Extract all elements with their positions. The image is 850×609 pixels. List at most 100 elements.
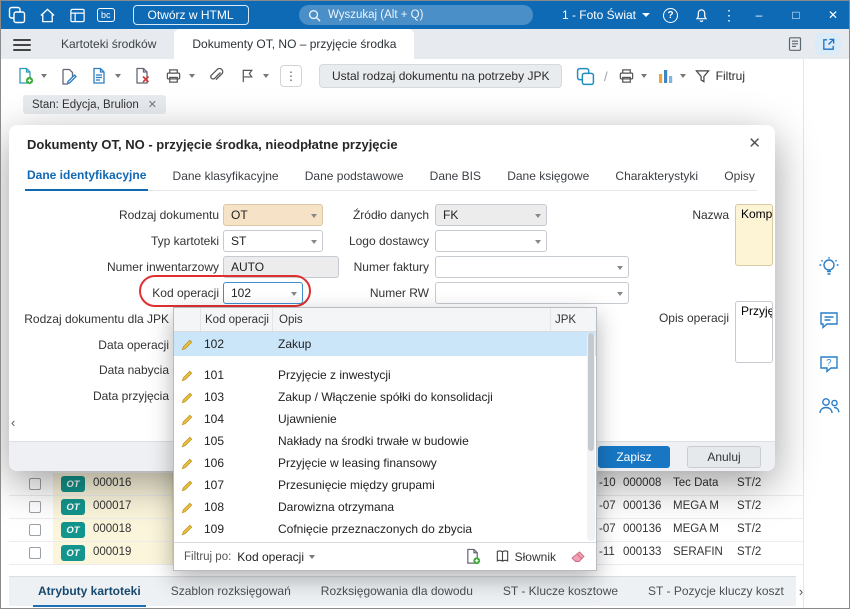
chip-close-icon[interactable]: ✕ xyxy=(148,98,157,111)
dropdown-footer-icons: Słownik xyxy=(465,548,586,565)
maximize-button[interactable]: □ xyxy=(784,8,808,22)
numer-faktury-field[interactable] xyxy=(435,256,629,278)
dropdown-row[interactable]: 109 Cofnięcie przeznaczonych do zbycia xyxy=(174,518,596,540)
collapse-left-icon[interactable]: ‹ xyxy=(11,415,15,430)
titlebar-left: bc Otwórz w HTML xyxy=(7,5,249,25)
row-checkbox[interactable] xyxy=(29,547,41,559)
dialog-tab-dane-podstawowe[interactable]: Dane podstawowe xyxy=(303,161,406,190)
app-logo-icon[interactable] xyxy=(7,5,27,25)
add-record-icon[interactable] xyxy=(465,548,481,565)
funnel-icon xyxy=(694,69,710,83)
dialog-tab-dane-klasyfikacyjne[interactable]: Dane klasyfikacyjne xyxy=(171,161,281,190)
row-date: -10 xyxy=(599,477,616,489)
zrodlo-danych-combo[interactable]: FK xyxy=(435,204,547,226)
dropdown-row[interactable]: 101 Przyjęcie z inwestycji xyxy=(174,364,596,386)
flag-caret-icon[interactable] xyxy=(263,74,269,78)
field-label: Numer faktury xyxy=(353,260,429,274)
dropdown-row[interactable]: 106 Przyjęcie w leasing finansowy xyxy=(174,452,596,474)
dropdown-row[interactable]: 108 Darowizna otrzymana xyxy=(174,496,596,518)
chevron-down-icon xyxy=(642,13,650,17)
row-checkbox[interactable] xyxy=(29,501,41,513)
flag-icon[interactable] xyxy=(237,66,257,86)
menu-icon[interactable] xyxy=(13,39,31,51)
close-window-button[interactable]: ✕ xyxy=(821,8,845,22)
print-caret-icon[interactable] xyxy=(189,74,195,78)
dropdown-row[interactable]: 104 Ujawnienie xyxy=(174,408,596,430)
new-document-caret-icon[interactable] xyxy=(41,74,47,78)
numer-rw-field[interactable] xyxy=(435,282,629,304)
bottom-tab-klucze[interactable]: ST - Klucze kosztowe xyxy=(488,577,633,607)
preview-document-caret-icon[interactable] xyxy=(115,74,121,78)
nazwa-memo[interactable]: Komp xyxy=(735,204,773,266)
filter-by-select[interactable]: Kod operacji xyxy=(237,550,316,564)
filter-button[interactable]: Filtruj xyxy=(694,69,745,84)
help-icon[interactable]: ? xyxy=(663,7,678,23)
open-external-icon[interactable] xyxy=(815,33,841,55)
print-icon[interactable] xyxy=(163,66,183,86)
home-icon[interactable] xyxy=(37,5,57,25)
combo-value: FK xyxy=(443,208,459,222)
row-code: 000136 xyxy=(623,523,662,535)
attachment-icon[interactable] xyxy=(206,66,226,86)
dropdown-row[interactable]: 103 Zakup / Włączenie spółki do konsolid… xyxy=(174,386,596,408)
delete-document-icon[interactable] xyxy=(132,66,152,86)
kod-column-header[interactable]: Kod operacji xyxy=(200,308,272,331)
preview-document-icon[interactable] xyxy=(89,66,109,86)
dialog-tab-dane-ksiegowe[interactable]: Dane księgowe xyxy=(505,161,591,190)
pencil-icon xyxy=(174,523,200,536)
bottom-tab-atrybuty[interactable]: Atrybuty kartoteki xyxy=(23,577,156,607)
dialog-tab-opisy[interactable]: Opisy xyxy=(722,161,757,190)
more-options-icon[interactable]: ⋮ xyxy=(722,5,736,25)
bc-module-icon[interactable]: bc xyxy=(97,8,115,22)
dialog-tab-dane-bis[interactable]: Dane BIS xyxy=(428,161,483,190)
reports-icon[interactable] xyxy=(67,5,87,25)
tab-kartoteki-srodkow[interactable]: Kartoteki środków xyxy=(43,29,174,59)
open-html-button[interactable]: Otwórz w HTML xyxy=(132,5,249,25)
eraser-icon[interactable] xyxy=(570,550,586,564)
dialog-tab-dane-identyfikacyjne[interactable]: Dane identyfikacyjne xyxy=(25,161,149,191)
feedback-chat-icon[interactable] xyxy=(816,307,842,333)
row-checkbox[interactable] xyxy=(29,478,41,490)
row-checkbox[interactable] xyxy=(29,524,41,536)
bottom-tab-pozycje[interactable]: ST - Pozycje kluczy koszt xyxy=(633,577,799,607)
logo-dostawcy-combo[interactable] xyxy=(435,230,547,252)
edit-document-icon[interactable] xyxy=(58,66,78,86)
user-menu[interactable]: 1 - Foto Świat xyxy=(562,8,650,22)
dropdown-scrollbar[interactable] xyxy=(587,333,595,541)
scrollbar-thumb[interactable] xyxy=(588,333,594,451)
opis-operacji-memo[interactable]: Przyję xyxy=(735,301,773,363)
jpk-column-header[interactable]: JPK xyxy=(550,308,596,331)
row-date: -07 xyxy=(599,523,616,535)
notifications-icon[interactable] xyxy=(691,5,711,25)
workflow-icon[interactable] xyxy=(575,66,595,86)
dictionary-button[interactable]: Słownik xyxy=(495,549,556,564)
opis-column-header[interactable]: Opis xyxy=(272,308,550,331)
save-button[interactable]: Zapisz xyxy=(598,446,670,468)
chart-caret-icon[interactable] xyxy=(679,74,686,78)
dropdown-row[interactable]: 105 Nakłady na środki trwałe w budowie xyxy=(174,430,596,452)
new-document-icon[interactable] xyxy=(15,66,35,86)
row-opis: Zakup / Włączenie spółki do konsolidacji xyxy=(278,390,493,404)
minimize-button[interactable]: – xyxy=(747,8,771,22)
jpk-document-type-button[interactable]: Ustal rodzaj dokumentu na potrzeby JPK xyxy=(319,64,563,88)
dialog-close-icon[interactable]: ✕ xyxy=(748,134,761,152)
dropdown-row-selected[interactable]: 102 Zakup xyxy=(174,332,596,356)
kod-operacji-dropdown: Kod operacji Opis JPK 102 Zakup 101 Przy… xyxy=(173,307,597,571)
print-view-icon[interactable] xyxy=(617,66,637,86)
bottom-tab-rozksiegowania[interactable]: Rozksięgowania dla dowodu xyxy=(306,577,488,607)
bottom-tab-szablon[interactable]: Szablon rozksięgowań xyxy=(156,577,306,607)
tab-dokumenty-ot-no[interactable]: Dokumenty OT, NO – przyjęcie środka xyxy=(174,29,415,59)
help-sidebar: ? xyxy=(803,59,849,608)
state-filter-chip[interactable]: Stan: Edycja, Brulion ✕ xyxy=(23,95,166,114)
community-icon[interactable] xyxy=(816,393,842,419)
toolbar-more-icon[interactable]: ⋮ xyxy=(280,65,302,87)
chart-icon[interactable] xyxy=(656,66,676,86)
panel-list-icon[interactable] xyxy=(785,34,805,54)
tips-icon[interactable] xyxy=(816,255,842,281)
cancel-button[interactable]: Anuluj xyxy=(687,446,761,468)
dialog-tab-charakterystyki[interactable]: Charakterystyki xyxy=(613,161,700,190)
help-chat-icon[interactable]: ? xyxy=(816,351,842,377)
search-input[interactable]: Wyszukaj (Alt + Q) xyxy=(299,5,533,25)
print-view-caret-icon[interactable] xyxy=(640,74,647,78)
dropdown-row[interactable]: 107 Przesunięcie między grupami xyxy=(174,474,596,496)
